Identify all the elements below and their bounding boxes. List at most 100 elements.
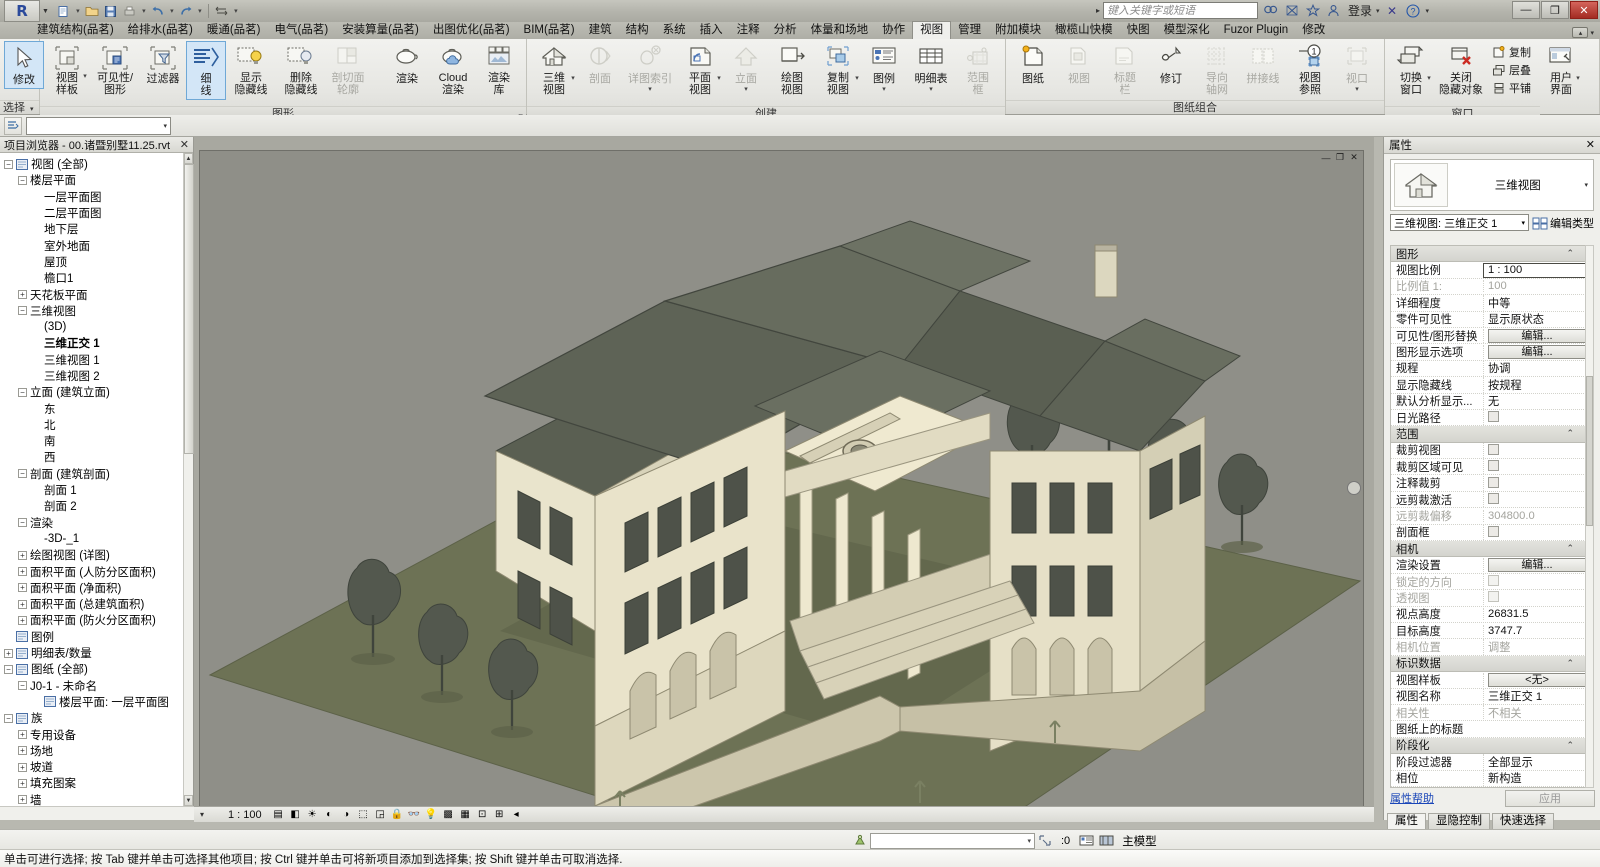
property-row[interactable]: 零件可见性 显示原状态 [1391,311,1588,328]
expand-icon[interactable]: + [18,550,27,560]
view-control-more-icon[interactable]: ◂ [508,808,525,822]
properties-type-preview[interactable]: 三维视图 ▾ [1390,159,1594,211]
palette-tab-3[interactable]: 快速选择 [1492,813,1554,829]
browser-node-26[interactable]: + 面积平面 (人防分区面积) [4,563,183,579]
temp-hide-isolate-icon[interactable]: 👓 [406,808,423,822]
schedule-button[interactable]: 明细表 ▾ [907,41,955,95]
browser-node-10[interactable]: − 三维视图 [4,303,183,319]
new-icon[interactable] [55,2,73,20]
save-icon[interactable] [102,2,120,20]
property-value[interactable]: 中等 [1483,294,1588,311]
collapse-icon[interactable]: − [4,159,13,169]
property-row[interactable]: 阶段过滤器 全部显示 [1391,753,1588,771]
schedule-caret-icon[interactable]: ▾ [929,85,933,93]
property-value[interactable] [1483,410,1588,426]
expand-icon[interactable]: + [18,730,27,740]
browser-node-21[interactable]: 剖面 1 [4,482,183,498]
ribbon-tab-12[interactable]: 注释 [730,22,767,39]
drawing-area[interactable]: — ❐ ✕ [194,137,1374,820]
minimize-button[interactable]: — [1512,1,1540,19]
3d-model-viewport[interactable] [200,151,1364,818]
browser-node-39[interactable]: + 填充图案 [4,775,183,791]
browser-node-15[interactable]: − 立面 (建筑立面) [4,384,183,400]
design-option-field[interactable]: ▾ [870,832,1035,849]
view-template-button[interactable]: 视图 样板 ▾ [44,41,90,106]
project-browser-close-icon[interactable]: ✕ [180,138,189,151]
close-button[interactable]: ✕ [1570,1,1598,19]
user-account-icon[interactable] [1325,2,1342,19]
cloud-render-button[interactable]: Cloud 渲染 [430,41,476,98]
3d-view-caret-icon[interactable]: ▾ [571,74,575,82]
browser-node-18[interactable]: 南 [4,433,183,449]
browser-node-22[interactable]: 剖面 2 [4,498,183,514]
property-row[interactable]: 规程 协调 [1391,360,1588,378]
browser-node-31[interactable]: + 明细表/数量 [4,645,183,661]
expand-icon[interactable]: + [18,567,27,577]
property-row[interactable]: 裁剪区域可见 [1391,459,1588,476]
browser-node-25[interactable]: + 绘图视图 (详图) [4,547,183,563]
view-window[interactable]: — ❐ ✕ [199,150,1364,818]
properties-help-link[interactable]: 属性帮助 [1390,790,1434,806]
property-row[interactable]: 相关性 不相关 [1391,704,1588,722]
ribbon-tab-14[interactable]: 体量和场地 [804,22,876,39]
expand-icon[interactable]: + [18,599,27,609]
property-row[interactable]: 相位 新构造 [1391,770,1588,787]
browser-node-11[interactable]: (3D) [4,319,183,335]
property-row[interactable]: 视图样板 <无> [1391,672,1588,689]
property-row[interactable]: 远剪裁偏移 304800.0 [1391,508,1588,525]
favorites-star-icon[interactable] [1304,2,1321,19]
collapse-icon[interactable]: − [18,681,27,691]
property-value[interactable] [1483,459,1588,475]
property-value[interactable]: 无 [1483,393,1588,410]
property-row[interactable]: 详细程度 中等 [1391,294,1588,312]
browser-vertical-scrollbar[interactable]: ▲ ▼ [183,153,194,806]
property-row[interactable]: 注释裁剪 [1391,475,1588,492]
property-value[interactable]: 新构造 [1483,770,1588,787]
property-value[interactable] [1483,524,1588,540]
legend-button[interactable]: 图例 ▾ [861,41,907,95]
expand-icon[interactable]: + [18,778,27,788]
browser-node-30[interactable]: 图例 [4,629,183,645]
browser-node-34[interactable]: 楼层平面: 一层平面图 [4,694,183,710]
property-value[interactable]: 编辑... [1483,558,1588,573]
sheet-button[interactable]: 图纸 [1010,41,1056,87]
view-restore-button[interactable]: ❐ [1334,152,1346,163]
expand-icon[interactable]: + [18,583,27,593]
help-icon[interactable]: ? [1405,2,1422,19]
browser-node-14[interactable]: 三维视图 2 [4,368,183,384]
browser-node-23[interactable]: − 渲染 [4,515,183,531]
undo-icon[interactable] [149,2,167,20]
property-value[interactable] [1483,442,1588,458]
ribbon-tab-5[interactable]: 安装算量(品茗) [335,22,426,39]
analytical-model-icon[interactable]: ▦ [457,808,474,822]
main-model-label[interactable]: 主模型 [1122,833,1157,849]
browser-scroll-down-icon[interactable]: ▼ [184,795,193,806]
properties-scroll-thumb[interactable] [1586,376,1593,526]
plan-view-caret-icon[interactable]: ▾ [717,74,721,82]
collapse-icon[interactable]: − [18,387,27,397]
redo-caret-icon[interactable]: ▾ [196,7,204,15]
browser-node-6[interactable]: 室外地面 [4,237,183,253]
palette-tab-1[interactable]: 属性 [1387,813,1426,829]
property-row[interactable]: 图形显示选项 编辑... [1391,344,1588,361]
property-row[interactable]: 远剪裁激活 [1391,492,1588,509]
property-checkbox[interactable] [1488,525,1499,537]
open-icon[interactable] [83,2,101,20]
ribbon-tab-17[interactable]: 管理 [951,22,988,39]
collapse-icon[interactable]: − [18,518,27,528]
browser-node-17[interactable]: 北 [4,417,183,433]
property-value[interactable]: 编辑... [1483,328,1588,343]
property-value[interactable]: 显示原状态 [1483,311,1588,328]
ribbon-minimize-group[interactable]: ▴ ▾ [1572,27,1594,38]
property-row[interactable]: 比例值 1: 100 [1391,279,1588,296]
sync-icon[interactable] [213,2,231,20]
browser-node-28[interactable]: + 面积平面 (总建筑面积) [4,596,183,612]
property-value[interactable]: 26831.5 [1483,608,1588,621]
browser-node-1[interactable]: − 视图 (全部) [4,156,183,172]
user-interface-button[interactable]: 用户 界面 ▾ [1540,41,1582,106]
new-caret-icon[interactable]: ▾ [74,7,82,15]
cascade-button[interactable]: 层叠 [1489,61,1534,79]
switch-window-button[interactable]: 切换 窗口 ▾ [1389,41,1433,106]
browser-node-33[interactable]: − J0-1 - 未命名 [4,678,183,694]
browser-node-5[interactable]: 地下层 [4,221,183,237]
